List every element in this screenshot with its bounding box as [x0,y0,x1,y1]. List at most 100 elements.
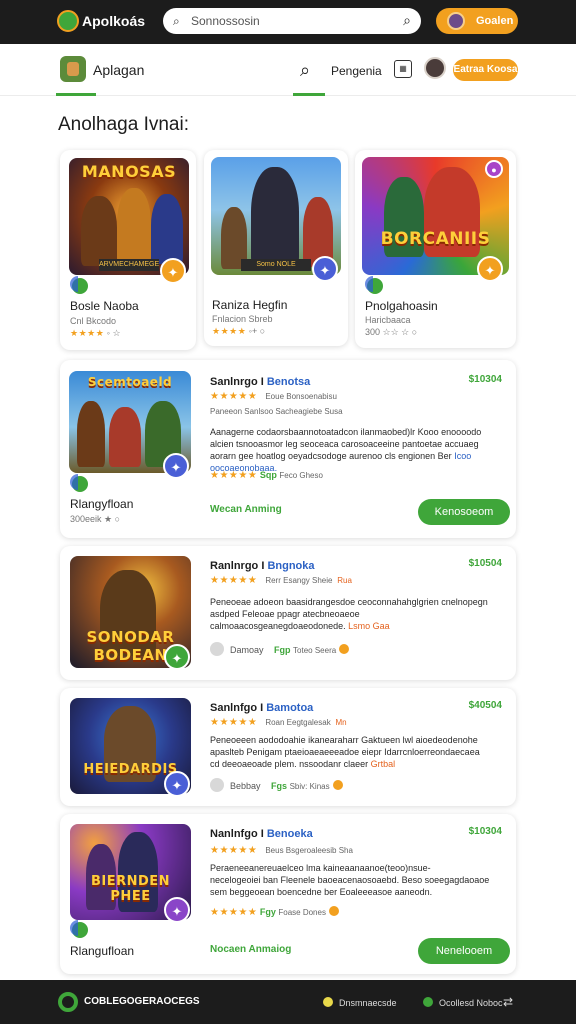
game-name[interactable]: Pnolgahoasin [365,299,438,313]
featured-card[interactable]: Somo NOLE ✦ Raniza Hegfin Fnlacion Sbreb… [204,150,348,346]
rating-row: ★★★★★ Eoue Bonsoenabisu [210,391,337,402]
character-figure [77,401,105,467]
foot-tag: Sqp [259,470,277,480]
magnifier-icon[interactable]: ⌕ [403,12,411,29]
title-part: Nanlnfgo I [210,828,264,840]
account-button[interactable]: Goalen [436,8,518,34]
coin-icon [328,906,339,916]
foot-muted: Damoay [230,645,264,655]
price-label: $10304 [468,374,502,385]
game-title[interactable]: Ranlnrgo I Bngnoka [210,560,315,572]
title-accent: Benotsa [266,376,311,388]
footer-brand[interactable]: COBLEGOGERAOCEGS [84,996,200,1007]
game-name[interactable]: Rlangyfloan [70,497,133,511]
title-part: Ranlnrgo I [210,560,265,572]
verified-icon [70,474,88,492]
star-rating: ★★★★★ [210,575,258,586]
rating-extra: ○ [411,327,418,337]
play-button[interactable]: Kenosoeom [418,499,510,525]
nav-active-indicator [293,93,325,96]
game-title[interactable]: Nanlnfgo I Benoeka [210,828,313,840]
game-list-item[interactable]: HEIEDARDIS ✦ Sanlnfgo I Bamotoa $40504 ★… [60,688,516,806]
gamepad-icon[interactable]: ✦ [477,256,503,282]
featured-card[interactable]: MANOSAS ARVMECHAMEGE ✦ Bosle Naoba Cnl B… [60,150,196,350]
game-name[interactable]: Raniza Hegfin [212,298,287,312]
footer-row: ★★★★★ Fgy Foase Dones [210,906,339,918]
top-bar: Apolkoás ⌕ Sonnossosin ⌕ Goalen [0,0,576,44]
gamepad-icon[interactable]: ✦ [163,453,189,479]
game-meta: Haricbaaca [365,315,411,325]
foot-meta: Toteo Seera [293,646,337,655]
page-title: Anolhaga Ivnai: [58,114,189,135]
gamepad-icon[interactable]: ✦ [164,771,190,797]
purple-badge-icon: ● [485,160,503,178]
title-part: Sanlnrgo I [210,376,264,388]
app-name[interactable]: Apolkoás [82,13,145,29]
footer-link[interactable]: Dnsmnaecsde [323,997,397,1008]
rating-meta: Rerr Esangy Sheie [265,576,333,585]
gamepad-icon[interactable]: ✦ [312,256,338,282]
brand-name[interactable]: Aplagan [93,62,144,78]
cta-label[interactable]: Nocaen Anmaiog [210,944,291,955]
nav-cta-button[interactable]: Eatraa Koosa [453,59,518,81]
footer-row: ★★★★★ Sqp Feco Gheso [210,470,323,481]
featured-card[interactable]: BORCANIIS ● ✦ Pnolgahoasin Haricbaaca 30… [355,150,516,348]
game-name[interactable]: Rlangufloan [70,944,134,958]
footer-logo-icon[interactable] [58,992,78,1012]
game-list-item[interactable]: SONODAR BODEAN ✦ Ranlnrgo I Bngnoka $105… [60,546,516,680]
game-title[interactable]: Sanlnrgo I Benotsa [210,376,310,388]
rating-meta: Roan Eegtgalesak [265,718,331,727]
search-icon: ⌕ [173,14,180,28]
desc-text: Peneoeeen aododoahie ikanearaharr Gaktue… [210,735,480,769]
character-figure [251,167,299,267]
thumbnail-title: Scemtoaeld [87,375,173,389]
location-icon [323,997,333,1007]
character-figure [109,407,141,467]
thumbnail-title: BORCANIIS [380,229,491,249]
leaf-icon [423,997,433,1007]
search-icon[interactable]: ⌕ [300,60,310,81]
verified-icon [365,276,383,294]
thumbnail-title: MANOSAS [81,162,177,181]
game-list-item[interactable]: BIERNDEN PHEE ✦ Rlangufloan Nanlnfgo I B… [60,814,516,974]
footer-row: Bebbay Fgs Sbiv: Kinas [210,778,343,792]
foot-muted: Bebbay [230,781,261,791]
brand-logo-icon[interactable] [60,56,86,82]
grid-icon[interactable]: ▦ [394,60,412,78]
play-button[interactable]: Nenelooem [418,938,510,964]
rating-row: ★★★★★ Beus Bsgeroaleesib Sha [210,845,353,856]
nav-active-indicator [56,93,96,96]
share-icon[interactable]: ⇄ [503,995,513,1009]
price-label: $40504 [468,700,502,711]
star-rating: ★★★★★ [210,907,258,918]
game-description: Peneoeeen aododoahie ikanearaharr Gaktue… [210,734,490,770]
nav-link[interactable]: Pengenia [331,64,382,78]
game-name[interactable]: Bosle Naoba [70,299,139,313]
game-description: Aanagerne codaorsbaannotoatadcon ilanmao… [210,426,490,474]
game-list-item[interactable]: Scemtoaeld ✦ Rlangyfloan 300eeik ★ ○ San… [60,360,516,538]
thumbnail-subtitle: ARVMECHAMEGE [99,259,159,271]
gamepad-icon[interactable]: ✦ [164,644,190,670]
star-rating: 300 ☆☆ ☆ [365,327,410,337]
footer-link[interactable]: Ocollesd Noboc [423,997,503,1008]
price-label: $10304 [468,826,502,837]
coin-icon [332,780,343,790]
rating-row: 300 ☆☆ ☆ ○ [365,327,417,338]
avatar[interactable] [424,57,446,79]
search-input[interactable]: ⌕ Sonnossosin ⌕ [163,8,421,34]
user-icon [210,642,224,656]
foot-tag: Fgs [271,781,288,791]
game-title[interactable]: Sanlnfgo I Bamotoa [210,702,313,714]
meta-line: Paneeon Sanlsoo Sacheagiebe Susa [210,406,343,417]
foot-tag: Fgp [274,645,291,655]
rating-row: ★★★★ ◦+ ○ [212,326,265,337]
cta-label[interactable]: Wecan Anming [210,504,282,515]
account-button-label: Goalen [476,15,514,27]
character-figure [151,194,183,264]
gamepad-icon[interactable]: ✦ [164,897,190,923]
rating-extra: ◦ ☆ [106,328,121,338]
gamepad-icon[interactable]: ✦ [160,258,186,284]
app-logo-icon[interactable] [57,10,79,32]
rating-highlight: Mn [335,718,347,727]
footer-row: Damoay Fgp Toteo Seera [210,642,350,656]
